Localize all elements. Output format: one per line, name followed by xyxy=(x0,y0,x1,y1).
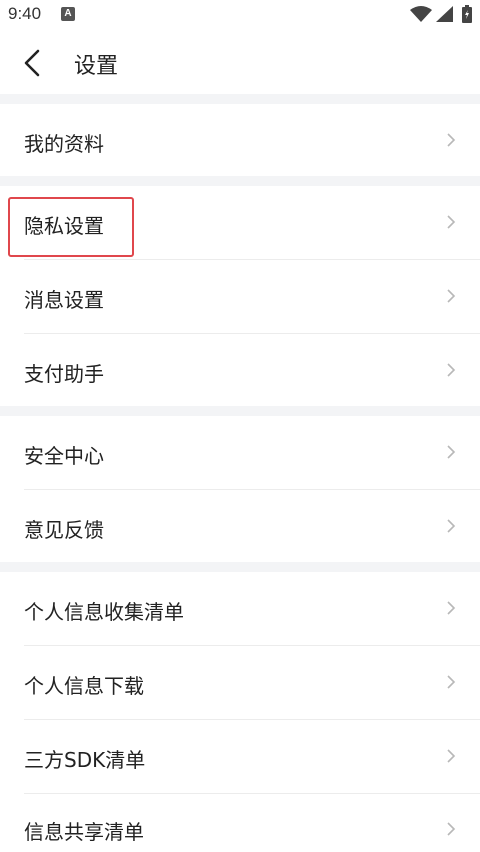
menu-item-label: 支付助手 xyxy=(24,362,104,386)
menu-item-label: 三方SDK清单 xyxy=(24,748,146,772)
menu-item-label: 个人信息收集清单 xyxy=(24,600,184,624)
chevron-right-icon xyxy=(447,133,456,147)
chevron-right-icon xyxy=(447,289,456,303)
wifi-icon xyxy=(410,6,432,22)
menu-item-label: 个人信息下载 xyxy=(24,674,144,698)
menu-item-info-sharing[interactable]: 信息共享清单 xyxy=(0,794,480,852)
status-time: 9:40 xyxy=(8,4,42,23)
notification-icon: A xyxy=(61,7,75,21)
menu-item-security-center[interactable]: 安全中心 xyxy=(0,416,480,489)
menu-item-label: 安全中心 xyxy=(24,444,104,468)
chevron-right-icon xyxy=(447,675,456,689)
menu-item-third-party-sdk[interactable]: 三方SDK清单 xyxy=(0,720,480,793)
chevron-right-icon xyxy=(447,519,456,533)
chevron-left-icon xyxy=(24,49,40,77)
menu-item-label: 意见反馈 xyxy=(24,518,104,542)
section-gap xyxy=(0,94,480,104)
menu-item-personal-info-collection[interactable]: 个人信息收集清单 xyxy=(0,572,480,645)
cell-signal-icon xyxy=(436,6,453,22)
menu-item-label: 消息设置 xyxy=(24,288,104,312)
chevron-right-icon xyxy=(447,601,456,615)
chevron-right-icon xyxy=(447,215,456,229)
header-bar: 设置 xyxy=(0,30,480,94)
back-button[interactable] xyxy=(14,44,54,82)
menu-item-label: 隐私设置 xyxy=(24,214,104,238)
chevron-right-icon xyxy=(447,822,456,836)
menu-item-label: 我的资料 xyxy=(24,132,104,156)
menu-item-label: 信息共享清单 xyxy=(24,820,144,844)
section-gap xyxy=(0,562,480,572)
menu-item-feedback[interactable]: 意见反馈 xyxy=(0,490,480,562)
page-title: 设置 xyxy=(74,54,119,79)
section-gap xyxy=(0,176,480,186)
status-bar: 9:40 A xyxy=(0,0,480,30)
chevron-right-icon xyxy=(447,445,456,459)
section-gap xyxy=(0,406,480,416)
menu-item-privacy-settings[interactable]: 隐私设置 xyxy=(0,186,480,259)
chevron-right-icon xyxy=(447,363,456,377)
chevron-right-icon xyxy=(447,749,456,763)
menu-item-message-settings[interactable]: 消息设置 xyxy=(0,260,480,333)
menu-item-my-profile[interactable]: 我的资料 xyxy=(0,104,480,176)
menu-item-payment-assistant[interactable]: 支付助手 xyxy=(0,334,480,406)
settings-screen: 9:40 A 设置 我的资料 隐私设置 消息设置 支付助手 安全中心 意见反馈 … xyxy=(0,0,480,852)
menu-item-personal-info-download[interactable]: 个人信息下载 xyxy=(0,646,480,719)
battery-icon xyxy=(462,5,472,23)
